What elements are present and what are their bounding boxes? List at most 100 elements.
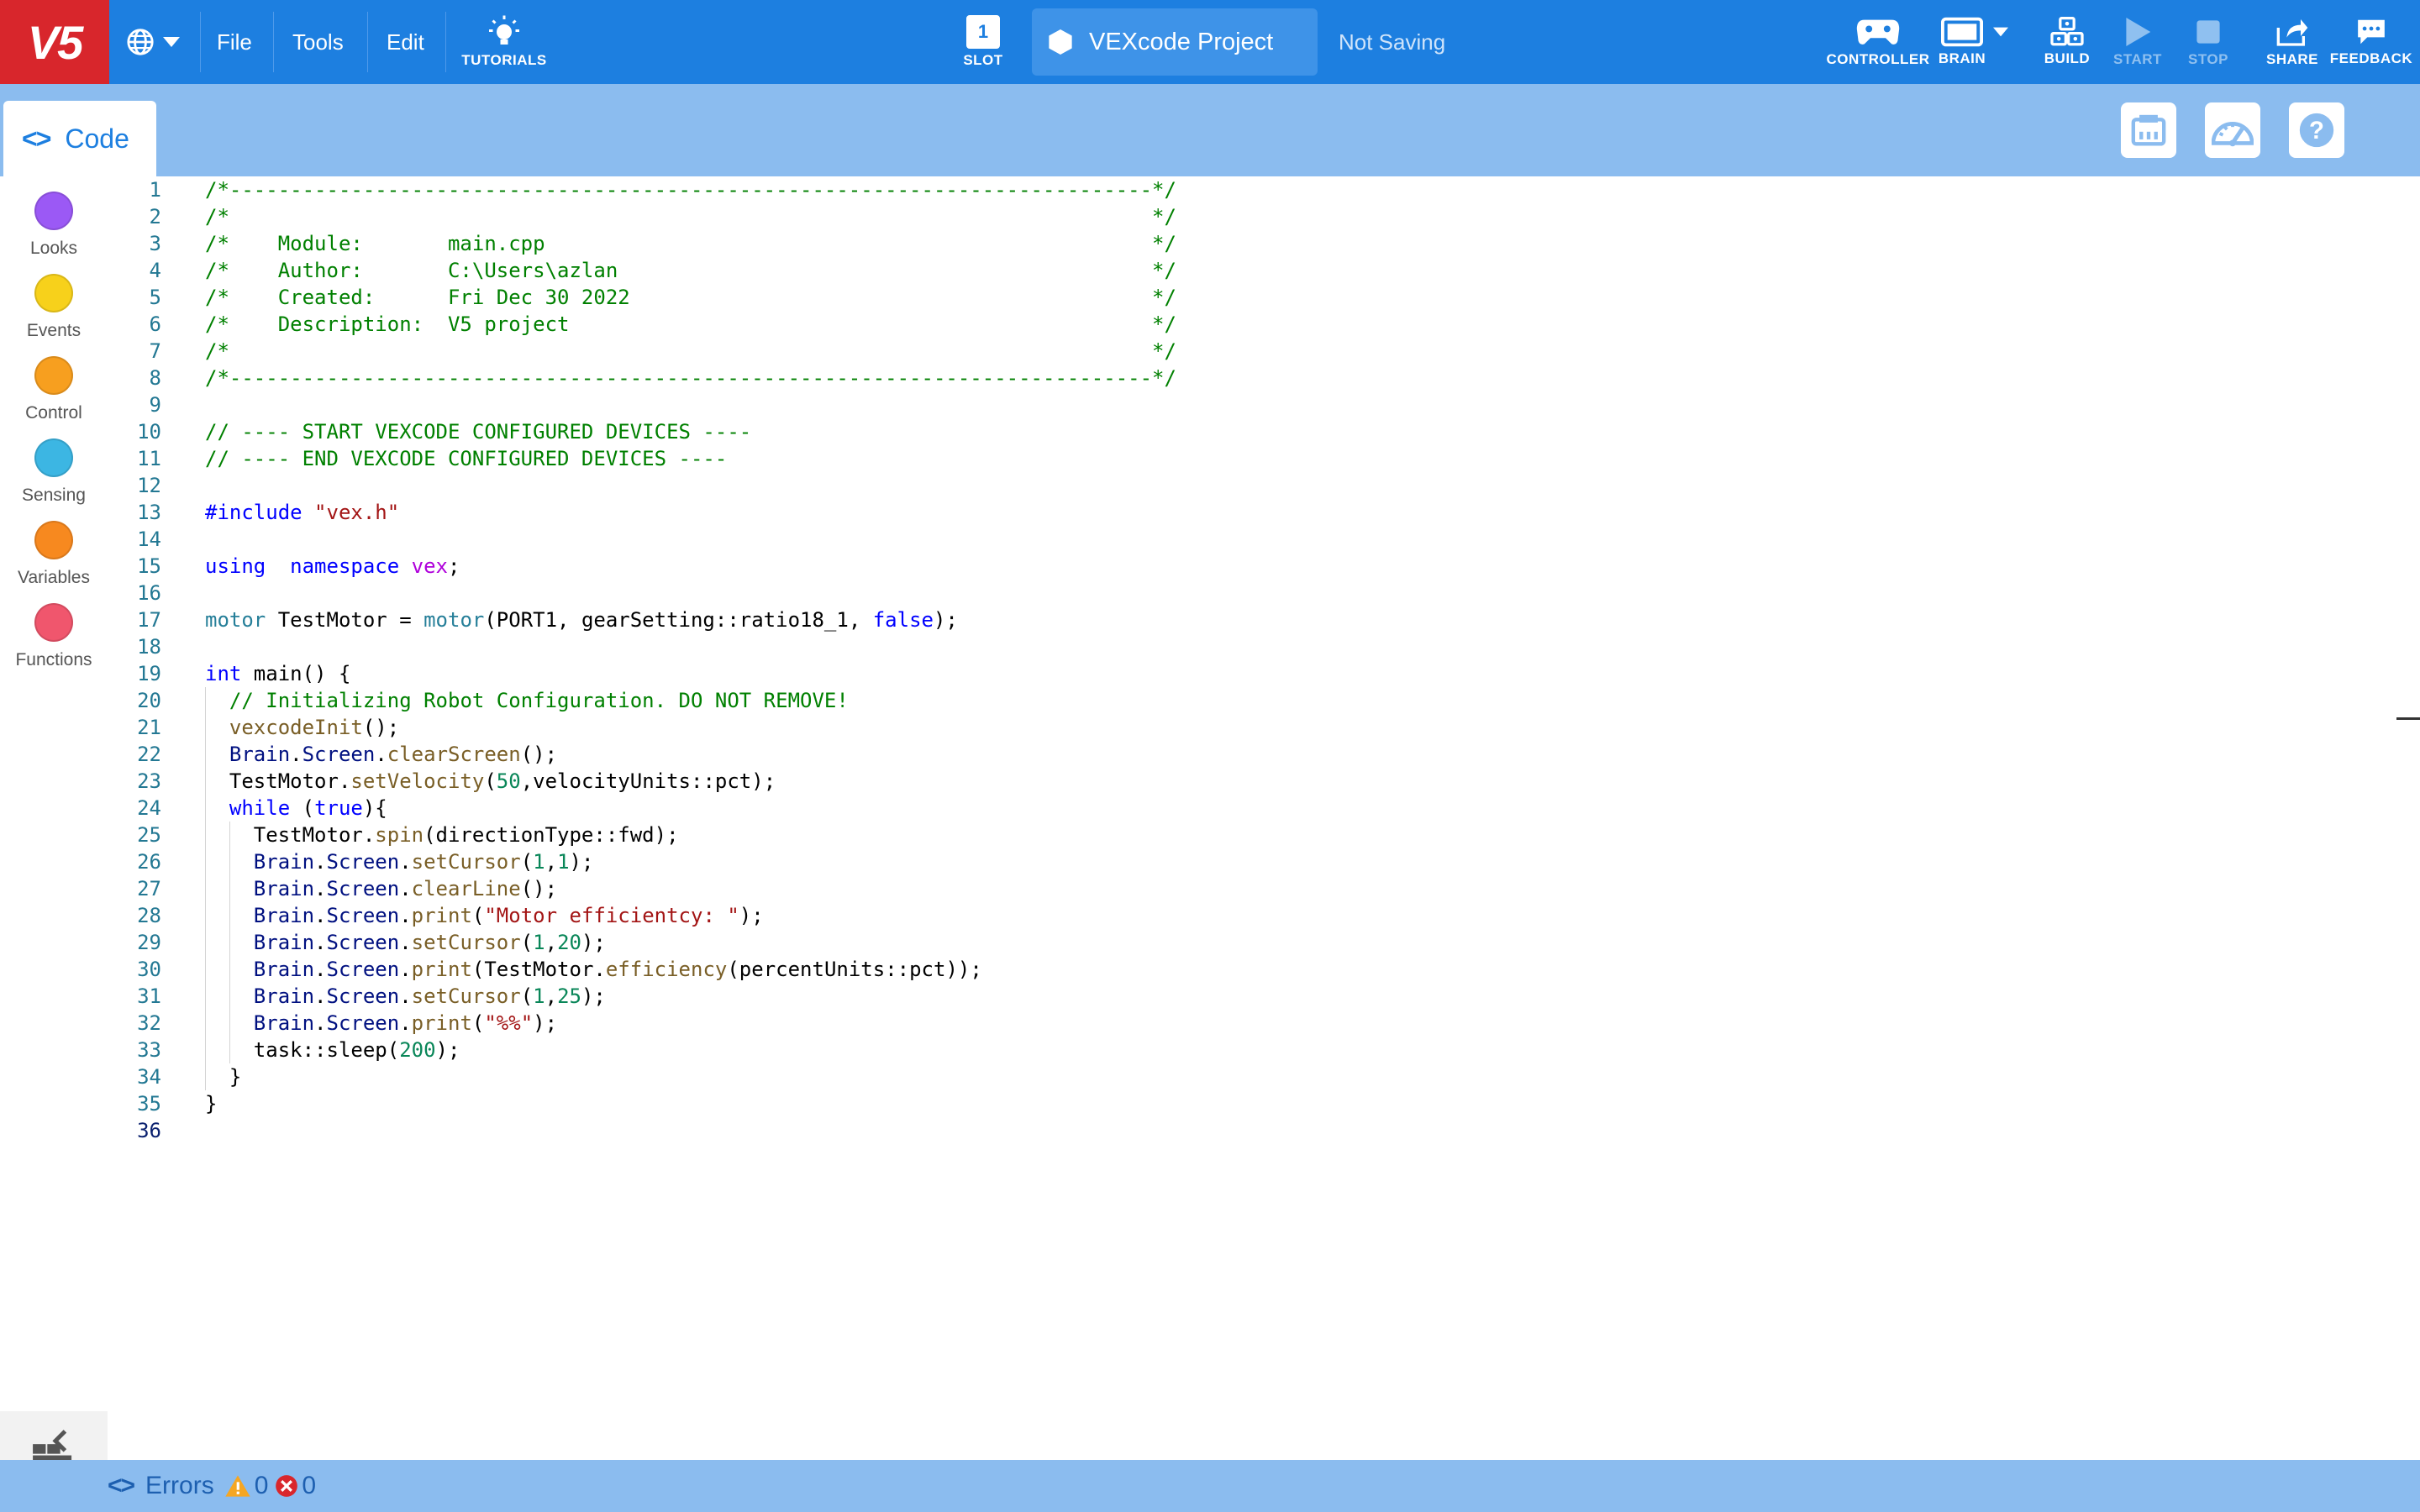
code-line[interactable]: 30 Brain.Screen.print(TestMotor.efficien… xyxy=(108,956,2376,983)
line-number: 14 xyxy=(137,528,161,551)
line-number: 9 xyxy=(149,393,161,417)
code-line[interactable]: 28 Brain.Screen.print("Motor efficientcy… xyxy=(108,902,2376,929)
slot-button[interactable]: 1 SLOT xyxy=(950,0,1017,84)
controller-button[interactable]: CONTROLLER xyxy=(1826,0,1929,84)
code-line[interactable]: 15 using namespace vex; xyxy=(108,553,2376,580)
code-line[interactable]: 12 xyxy=(108,472,2376,499)
code-line[interactable]: 35} xyxy=(108,1090,2376,1117)
play-icon xyxy=(2126,18,2151,46)
code-text: /* */ xyxy=(205,339,1176,363)
code-text: TestMotor.spin(directionType::fwd); xyxy=(205,823,679,847)
line-number: 26 xyxy=(137,850,161,874)
code-line[interactable]: 21 vexcodeInit(); xyxy=(108,714,2376,741)
code-line[interactable]: 4 /* Author: C:\Users\azlan */ xyxy=(108,257,2376,284)
build-button[interactable]: BUILD xyxy=(2033,0,2101,84)
category-color-dot xyxy=(34,356,73,395)
line-number: 8 xyxy=(149,366,161,390)
category-control[interactable]: Control xyxy=(0,356,108,438)
status-bar: <> Errors 0 0 xyxy=(0,1460,2420,1512)
line-number: 30 xyxy=(137,958,161,981)
dashboard-button[interactable] xyxy=(2205,102,2260,158)
code-text: using namespace vex; xyxy=(205,554,460,578)
help-button[interactable]: ? xyxy=(2289,102,2344,158)
code-line[interactable]: 7 /* */ xyxy=(108,338,2376,365)
indent-guide xyxy=(229,822,230,1063)
code-line[interactable]: 11 // ---- END VEXCODE CONFIGURED DEVICES… xyxy=(108,445,2376,472)
stop-icon xyxy=(2196,20,2220,44)
category-looks[interactable]: Looks xyxy=(0,192,108,274)
line-number: 32 xyxy=(137,1011,161,1035)
code-editor[interactable]: 1 /*-------------------------------------… xyxy=(108,176,2420,1460)
code-line[interactable]: 24 while (true){ xyxy=(108,795,2376,822)
code-line[interactable]: 8 /*-------------------------------------… xyxy=(108,365,2376,391)
tools-menu[interactable]: Tools xyxy=(292,0,344,84)
code-line[interactable]: 32 Brain.Screen.print("%%"); xyxy=(108,1010,2376,1037)
feedback-button[interactable]: FEEDBACK xyxy=(2329,0,2413,84)
share-icon xyxy=(2276,19,2308,46)
line-number: 29 xyxy=(137,931,161,954)
code-line[interactable]: 26 Brain.Screen.setCursor(1,1); xyxy=(108,848,2376,875)
file-menu[interactable]: File xyxy=(217,0,252,84)
code-line[interactable]: 16 xyxy=(108,580,2376,606)
brain-button[interactable]: BRAIN xyxy=(1933,0,2017,84)
errors-panel-toggle[interactable]: <> Errors 0 0 xyxy=(108,1460,323,1512)
code-text: } xyxy=(205,1065,242,1089)
start-button[interactable]: START xyxy=(2104,0,2171,84)
code-text: /* Created: Fri Dec 30 2022 */ xyxy=(205,286,1176,309)
tab-code[interactable]: <> Code xyxy=(3,101,156,176)
code-line[interactable]: 34 } xyxy=(108,1063,2376,1090)
category-variables[interactable]: Variables xyxy=(0,521,108,603)
code-line[interactable]: 5 /* Created: Fri Dec 30 2022 */ xyxy=(108,284,2376,311)
code-line[interactable]: 31 Brain.Screen.setCursor(1,25); xyxy=(108,983,2376,1010)
share-button[interactable]: SHARE xyxy=(2259,0,2326,84)
code-line[interactable]: 25 TestMotor.spin(directionType::fwd); xyxy=(108,822,2376,848)
line-number: 19 xyxy=(137,662,161,685)
language-button[interactable] xyxy=(126,0,180,84)
line-number: 3 xyxy=(149,232,161,255)
code-line[interactable]: 3 /* Module: main.cpp */ xyxy=(108,230,2376,257)
code-line[interactable]: 1 /*-------------------------------------… xyxy=(108,176,2376,203)
code-line[interactable]: 6 /* Description: V5 project */ xyxy=(108,311,2376,338)
edit-menu[interactable]: Edit xyxy=(387,0,424,84)
devices-button[interactable] xyxy=(2121,102,2176,158)
code-text: /* */ xyxy=(205,205,1176,228)
stop-button[interactable]: STOP xyxy=(2175,0,2242,84)
code-line[interactable]: 29 Brain.Screen.setCursor(1,20); xyxy=(108,929,2376,956)
code-line[interactable]: 14 xyxy=(108,526,2376,553)
category-functions[interactable]: Functions xyxy=(0,603,108,685)
code-line[interactable]: 10 // ---- START VEXCODE CONFIGURED DEVIC… xyxy=(108,418,2376,445)
project-name-field[interactable]: VEXcode Project xyxy=(1032,8,1318,76)
line-number: 34 xyxy=(137,1065,161,1089)
code-text: motor TestMotor = motor(PORT1, gearSetti… xyxy=(205,608,958,632)
v5-logo[interactable]: V5 xyxy=(0,0,109,84)
line-number: 4 xyxy=(149,259,161,282)
code-text: /*--------------------------------------… xyxy=(205,178,1176,202)
code-line[interactable]: 18 xyxy=(108,633,2376,660)
category-events[interactable]: Events xyxy=(0,274,108,356)
code-line[interactable]: 33 task::sleep(200); xyxy=(108,1037,2376,1063)
caret-down-icon xyxy=(1993,27,2008,37)
code-text: task::sleep(200); xyxy=(205,1038,460,1062)
error-icon xyxy=(276,1475,298,1497)
code-text: // ---- START VEXCODE CONFIGURED DEVICES… xyxy=(205,420,752,444)
code-line[interactable]: 13 #include "vex.h" xyxy=(108,499,2376,526)
vexcode-app: V5 File Tools Edit TUTORIALS 1 SLOT VEXc… xyxy=(0,0,2420,1512)
category-color-dot xyxy=(34,603,73,642)
category-color-dot xyxy=(34,438,73,477)
code-line[interactable]: 22 Brain.Screen.clearScreen(); xyxy=(108,741,2376,768)
warning-icon xyxy=(225,1475,250,1497)
code-line[interactable]: 9 xyxy=(108,391,2376,418)
tutorials-button[interactable]: TUTORIALS xyxy=(461,0,546,84)
code-line[interactable]: 19 int main() { xyxy=(108,660,2376,687)
category-sensing[interactable]: Sensing xyxy=(0,438,108,521)
code-brackets-icon: <> xyxy=(108,1472,135,1499)
code-line[interactable]: 23 TestMotor.setVelocity(50,velocityUnit… xyxy=(108,768,2376,795)
code-line[interactable]: 27 Brain.Screen.clearLine(); xyxy=(108,875,2376,902)
code-line[interactable]: 17 motor TestMotor = motor(PORT1, gearSet… xyxy=(108,606,2376,633)
code-text: /* Description: V5 project */ xyxy=(205,312,1176,336)
code-text: Brain.Screen.print(TestMotor.efficiency(… xyxy=(253,958,982,981)
build-blocks-icon xyxy=(2050,17,2084,46)
code-line[interactable]: 36 xyxy=(108,1117,2376,1144)
code-line[interactable]: 20 // Initializing Robot Configuration. … xyxy=(108,687,2376,714)
code-line[interactable]: 2 /* */ xyxy=(108,203,2376,230)
